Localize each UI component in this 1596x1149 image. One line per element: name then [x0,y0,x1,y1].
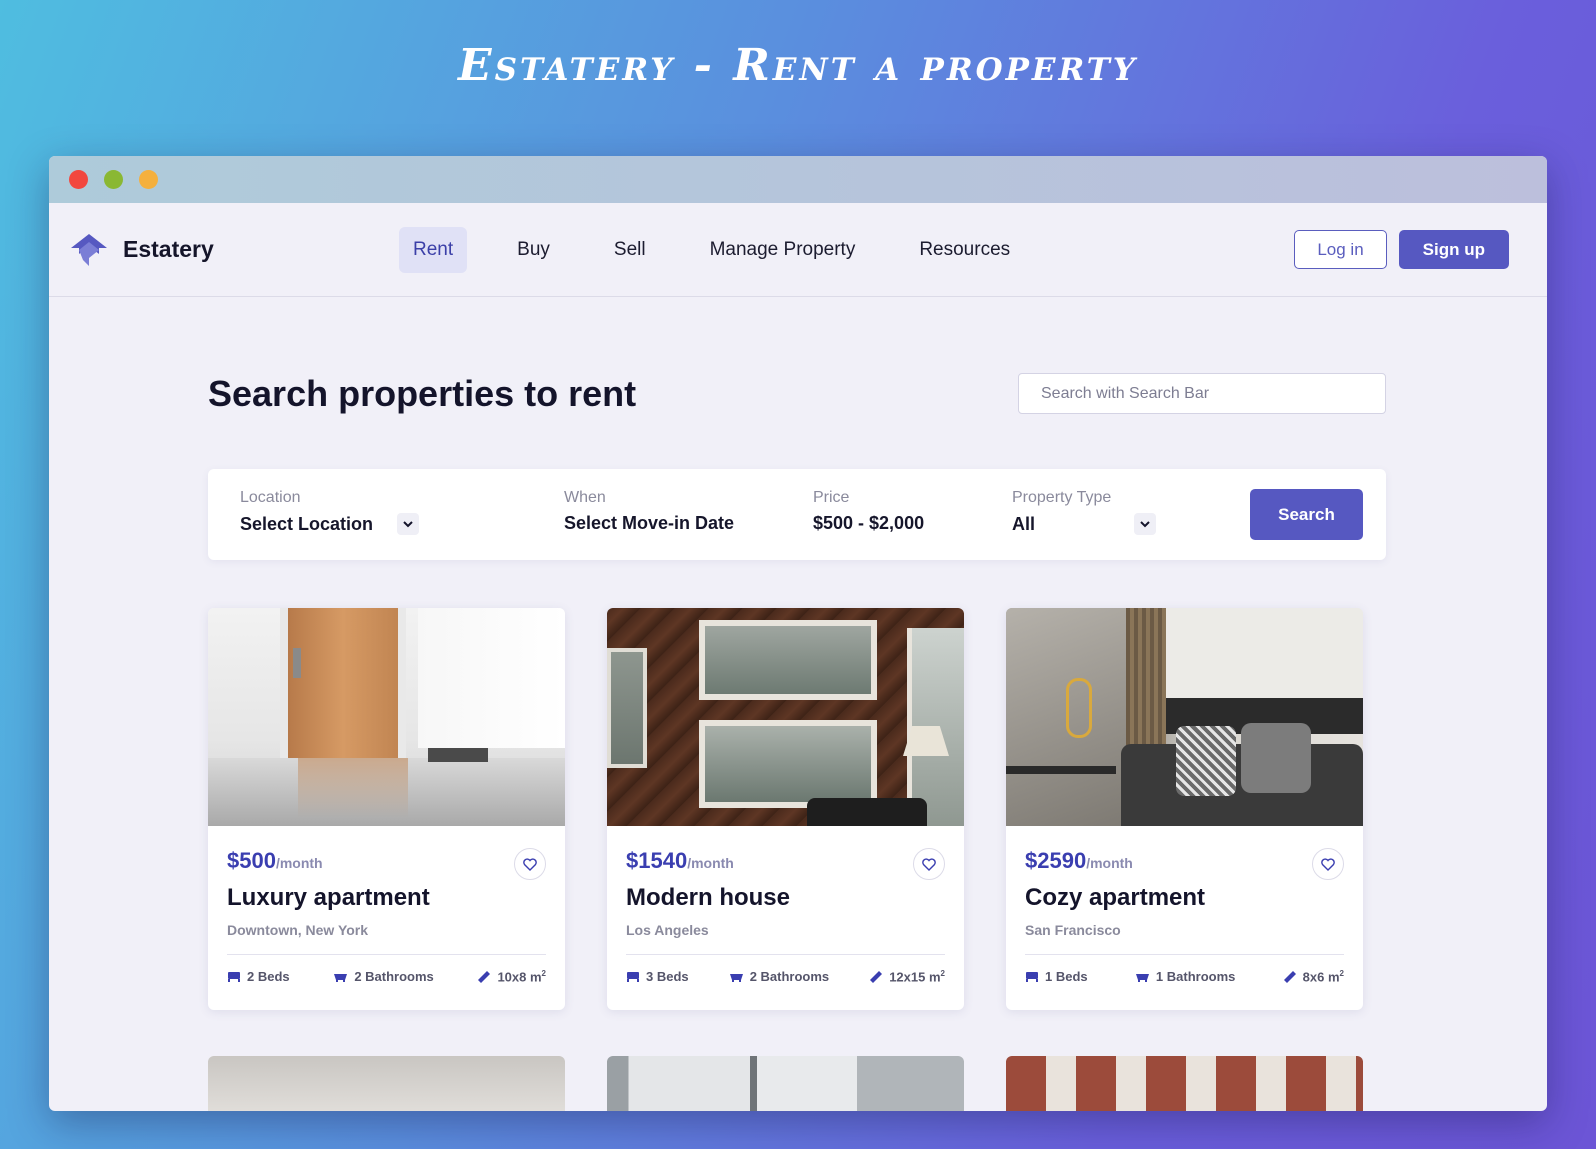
beds-stat: 1 Beds [1025,969,1088,984]
baths-stat: 2 Bathrooms [729,969,829,984]
baths-stat: 2 Bathrooms [333,969,434,985]
listing-card-peek[interactable] [1006,1056,1363,1111]
when-label: When [564,489,606,506]
bed-icon [1026,972,1038,983]
login-button[interactable]: Log in [1294,230,1387,269]
location-filter[interactable]: Location Select Location [240,489,420,535]
listing-card-peek[interactable] [208,1056,565,1111]
card-divider [1025,954,1344,955]
location-label: Location [240,489,301,506]
area-unit-sup: 2 [541,969,546,978]
price-label: Price [813,489,850,506]
price-value: $500 - $2,000 [813,513,925,533]
beds-stat: 3 Beds [626,969,689,984]
page-heading: Estatery - Rent a property [458,40,1138,91]
house-logo-icon [71,233,107,266]
beds-stat: 2 Beds [227,969,290,984]
listing-title: Cozy apartment [1025,884,1206,911]
nav-manage-property[interactable]: Manage Property [696,227,870,273]
listing-price: $500 [227,848,276,873]
area-value: 10x8 m [497,969,542,985]
property-type-filter[interactable]: Property Type All [1012,489,1156,535]
baths-value: 1 Bathrooms [1155,969,1236,985]
brand-name: Estatery [123,236,214,262]
close-window-icon[interactable] [69,170,88,189]
baths-value: 2 Bathrooms [354,969,434,985]
property-photo [208,608,565,826]
property-photo [1006,608,1363,826]
main-nav: Rent Buy Sell Manage Property Resources [399,226,1294,273]
listing-period: /month [275,855,323,871]
beds-value: 2 Beds [247,969,290,985]
listing-card[interactable]: $500 /month Luxury apartment Downtown, N… [208,608,565,1010]
listing-location: Los Angeles [626,922,709,938]
nav-rent[interactable]: Rent [399,226,468,273]
area-value: 8x6 m [1302,969,1340,985]
listing-price: $2590 [1025,848,1087,873]
property-type-label: Property Type [1012,489,1112,506]
nav-sell[interactable]: Sell [600,227,660,273]
ruler-icon [1283,970,1296,983]
bathtub-icon [1135,974,1149,983]
baths-stat: 1 Bathrooms [1135,969,1235,984]
listing-price: $1540 [626,848,688,873]
bed-icon [627,972,639,983]
area-value: 12x15 m [889,969,941,985]
heart-icon[interactable] [514,848,546,880]
listing-card[interactable]: $1540 /month Modern house Los Angeles 3 … [607,608,964,1010]
beds-value: 1 Beds [1045,969,1088,985]
price-filter[interactable]: Price $500 - $2,000 [813,489,924,534]
page-title: Search properties to rent [208,373,637,414]
move-in-date-filter[interactable]: When Select Move-in Date [564,489,734,534]
nav-buy[interactable]: Buy [503,227,564,273]
listing-card-peek[interactable] [607,1056,964,1111]
property-type-value: All [1012,513,1036,534]
bathtub-icon [334,974,348,983]
top-navbar: Estatery Rent Buy Sell Manage Property R… [49,203,1547,297]
area-stat: 12x15 m2 [869,969,945,984]
chevron-down-icon[interactable] [1134,513,1156,535]
listing-stats: 2 Beds 2 Bathrooms 10x8 m2 [227,969,546,984]
bed-icon [228,972,240,983]
minimize-window-icon[interactable] [139,170,158,189]
listing-stats: 3 Beds 2 Bathrooms 12x15 m2 [626,969,945,984]
filter-bar: Location Select Location When Select Mov… [208,469,1386,560]
baths-value: 2 Bathrooms [749,969,830,985]
card-divider [227,954,546,955]
area-stat: 8x6 m2 [1283,969,1344,984]
area-unit-sup: 2 [940,969,945,978]
ruler-icon [478,970,491,983]
window-titlebar [49,156,1547,203]
location-value: Select Location [240,513,374,534]
chevron-down-icon[interactable] [397,513,420,535]
when-value: Select Move-in Date [564,513,735,533]
listing-card[interactable]: $2590 /month Cozy apartment San Francisc… [1006,608,1363,1010]
ruler-icon [870,970,883,983]
auth-buttons: Log in Sign up [1294,230,1509,269]
card-divider [626,954,945,955]
area-unit-sup: 2 [1339,969,1344,978]
browser-window: Estatery Rent Buy Sell Manage Property R… [49,156,1547,1111]
listing-location: San Francisco [1025,922,1121,938]
property-photo [607,608,964,826]
beds-value: 3 Beds [646,969,689,985]
listing-period: /month [687,855,734,871]
listing-stats: 1 Beds 1 Bathrooms 8x6 m2 [1025,969,1344,984]
heart-icon[interactable] [913,848,945,880]
nav-resources[interactable]: Resources [905,227,1024,273]
brand-logo[interactable]: Estatery [69,232,399,268]
listing-title: Modern house [626,884,791,911]
listing-period: /month [1086,855,1133,871]
area-stat: 10x8 m2 [477,969,546,984]
listing-title: Luxury apartment [227,884,430,911]
listing-location: Downtown, New York [227,922,369,938]
search-button[interactable]: Search [1250,489,1363,540]
search-input[interactable] [1018,373,1386,414]
heart-icon[interactable] [1312,848,1344,880]
maximize-window-icon[interactable] [104,170,123,189]
signup-button[interactable]: Sign up [1398,230,1509,269]
bathtub-icon [729,974,743,983]
